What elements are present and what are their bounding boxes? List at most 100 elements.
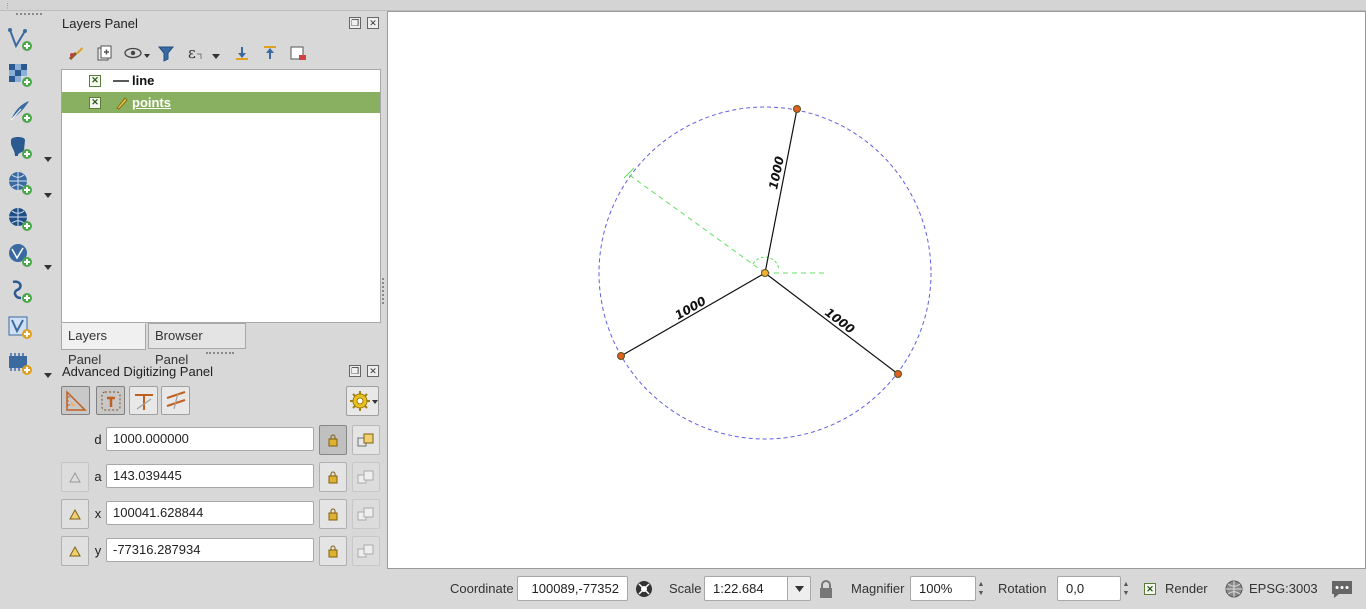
chevron-down-icon[interactable] xyxy=(42,190,54,200)
distance-row: d 1000.000000 xyxy=(61,425,381,455)
svg-text:ε: ε xyxy=(188,44,196,62)
lock-scale-icon[interactable] xyxy=(814,577,838,601)
add-group-icon[interactable] xyxy=(94,43,114,63)
render-label: Render xyxy=(1165,581,1208,596)
scale-label: Scale xyxy=(669,581,702,596)
chevron-down-icon[interactable] xyxy=(42,154,54,164)
settings-gear-button[interactable] xyxy=(346,386,379,416)
magnifier-input[interactable]: 100% xyxy=(910,576,976,601)
coordinate-input[interactable]: 100089,-77352 xyxy=(517,576,628,601)
relative-x-icon[interactable] xyxy=(61,499,89,529)
add-delimited-text-layer-icon[interactable] xyxy=(6,97,34,125)
manage-visibility-icon[interactable] xyxy=(122,43,152,63)
add-wms-layer-icon[interactable] xyxy=(6,169,34,197)
lock-icon[interactable] xyxy=(319,536,347,566)
layer-name: points xyxy=(132,95,171,110)
grip-dots: ⋮ xyxy=(4,3,12,10)
scale-input[interactable]: 1:22.684 xyxy=(704,576,788,601)
close-panel-icon[interactable]: ✕ xyxy=(367,17,379,29)
field-label: a xyxy=(94,469,102,484)
line-segment xyxy=(764,108,798,274)
coordinate-label: Coordinate xyxy=(450,581,514,596)
map-canvas[interactable]: 1000 1000 1000 xyxy=(387,11,1366,569)
collapse-all-icon[interactable] xyxy=(260,43,280,63)
crs-globe-icon[interactable] xyxy=(1222,577,1246,601)
field-label: x xyxy=(94,506,102,521)
repeat-lock-icon[interactable] xyxy=(352,499,380,529)
filter-by-expression-icon[interactable]: ε xyxy=(184,43,224,63)
add-wfs-layer-icon[interactable] xyxy=(6,241,34,269)
float-panel-icon[interactable]: ❐ xyxy=(349,365,361,377)
x-input[interactable]: 100041.628844 xyxy=(106,501,314,525)
status-bar: Coordinate 100089,-77352 Scale 1:22.684 … xyxy=(0,571,1366,607)
repeat-lock-icon[interactable] xyxy=(352,425,380,455)
toggle-extents-icon[interactable] xyxy=(632,577,656,601)
layer-row-line[interactable]: ✕ line xyxy=(62,70,380,91)
lock-icon[interactable] xyxy=(319,425,347,455)
layer-visibility-checkbox[interactable]: ✕ xyxy=(89,96,101,109)
lock-icon[interactable] xyxy=(319,499,347,529)
render-checkbox[interactable]: ✕ xyxy=(1144,583,1156,595)
layer-visibility-checkbox[interactable]: ✕ xyxy=(89,74,101,87)
repeat-lock-icon[interactable] xyxy=(352,462,380,492)
distance-input[interactable]: 1000.000000 xyxy=(106,427,314,451)
adv-digitizing-title: Advanced Digitizing Panel xyxy=(62,364,214,379)
messages-icon[interactable] xyxy=(1328,577,1356,601)
segment-length-label: 1000 xyxy=(766,155,787,191)
add-raster-layer-icon[interactable] xyxy=(6,61,34,89)
relative-y-icon[interactable] xyxy=(61,536,89,566)
layer-name: line xyxy=(132,73,155,88)
field-label: d xyxy=(94,432,102,447)
layers-toolbar: ε xyxy=(62,40,382,66)
crs-label[interactable]: EPSG:3003 xyxy=(1249,581,1318,596)
line-symbol-icon xyxy=(112,74,130,88)
vertex-point xyxy=(894,370,902,378)
segment-length-label: 1000 xyxy=(673,294,709,323)
repeat-lock-icon[interactable] xyxy=(352,536,380,566)
tab-layers-panel[interactable]: Layers Panel xyxy=(61,323,146,367)
vertex-point xyxy=(793,105,801,113)
expand-all-icon[interactable] xyxy=(232,43,252,63)
relative-angle-icon[interactable] xyxy=(61,462,89,492)
edit-pencil-icon xyxy=(112,96,130,110)
close-panel-icon[interactable]: ✕ xyxy=(367,365,379,377)
panel-splitter[interactable] xyxy=(206,352,234,355)
field-label: y xyxy=(94,543,102,558)
x-row: x 100041.628844 xyxy=(61,499,381,529)
chevron-down-icon[interactable] xyxy=(42,370,54,380)
perpendicular-button[interactable] xyxy=(129,386,158,415)
style-brush-icon[interactable] xyxy=(66,43,86,63)
filter-legend-icon[interactable] xyxy=(156,43,176,63)
chevron-down-icon[interactable] xyxy=(787,576,811,601)
magnifier-spinner[interactable]: ▲ ▼ xyxy=(975,576,987,601)
tab-browser-panel[interactable]: Browser Panel xyxy=(148,323,246,367)
angle-row: a 143.039445 xyxy=(61,462,381,492)
remove-layer-icon[interactable] xyxy=(288,43,308,63)
lock-icon[interactable] xyxy=(319,462,347,492)
layer-row-points[interactable]: ✕ points xyxy=(62,92,380,113)
toolbar-grip[interactable] xyxy=(16,13,42,17)
chevron-down-icon[interactable] xyxy=(42,262,54,272)
add-postgis-layer-icon[interactable] xyxy=(6,133,34,161)
parallel-button[interactable] xyxy=(161,386,190,415)
construction-guide-tick xyxy=(623,167,635,179)
rotation-spinner[interactable]: ▲ ▼ xyxy=(1120,576,1132,601)
line-segment xyxy=(764,272,899,375)
add-spatialite-layer-icon[interactable] xyxy=(6,277,34,305)
construction-mode-button[interactable] xyxy=(96,386,125,415)
dock-splitter[interactable] xyxy=(382,278,385,304)
y-input[interactable]: -77316.287934 xyxy=(106,538,314,562)
layers-tree[interactable]: ✕ line ✕ points xyxy=(61,69,381,323)
rotation-input[interactable]: 0,0 xyxy=(1057,576,1121,601)
add-wcs-layer-icon[interactable] xyxy=(6,205,34,233)
add-vector-layer-icon[interactable] xyxy=(6,25,34,53)
enable-adv-digitizing-button[interactable] xyxy=(61,386,90,415)
new-shapefile-layer-icon[interactable] xyxy=(6,313,34,341)
angle-input[interactable]: 143.039445 xyxy=(106,464,314,488)
layers-panel-title: Layers Panel xyxy=(62,16,138,31)
new-temporary-layer-icon[interactable] xyxy=(6,349,34,377)
rotation-label: Rotation xyxy=(998,581,1047,596)
float-panel-icon[interactable]: ❐ xyxy=(349,17,361,29)
y-row: y -77316.287934 xyxy=(61,536,381,566)
center-vertex-point xyxy=(761,269,769,277)
